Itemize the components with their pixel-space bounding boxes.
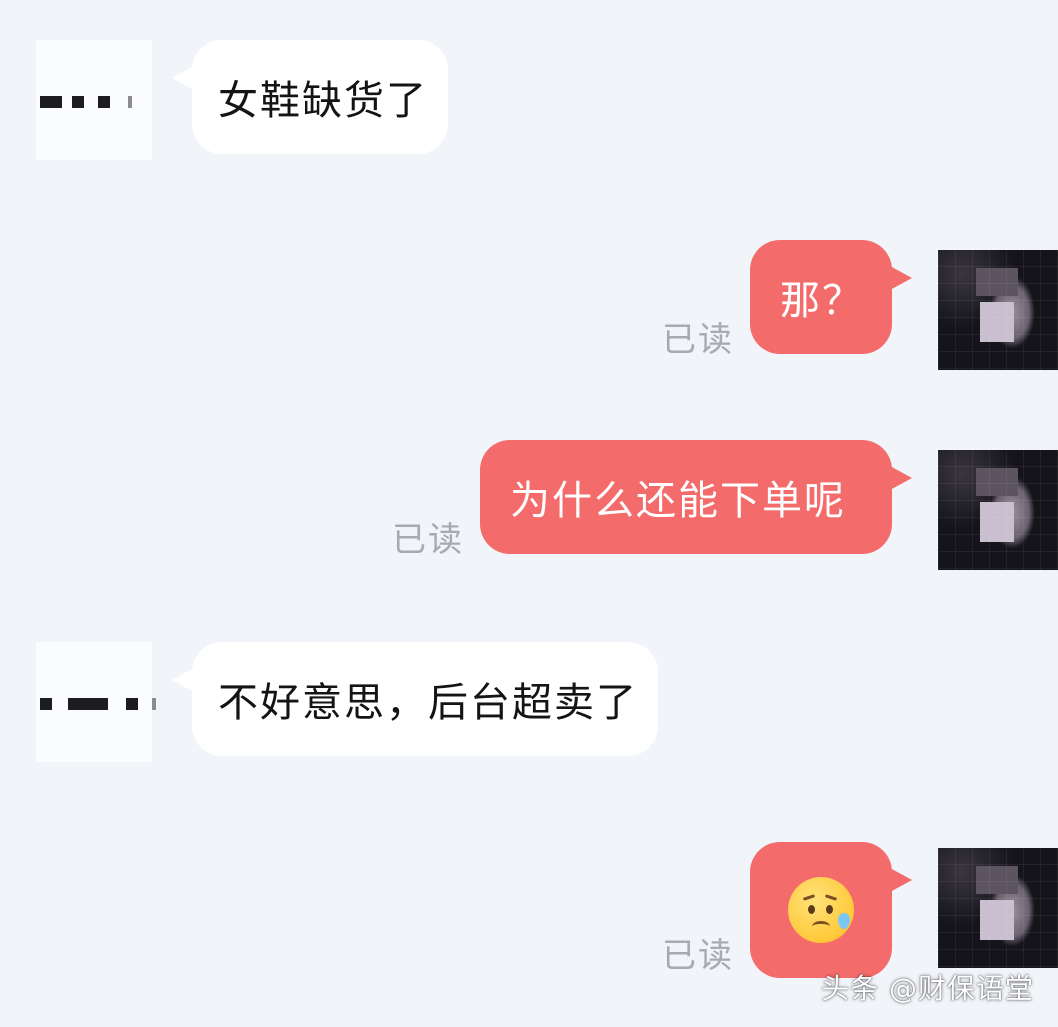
message-bubble-outgoing[interactable]: 为什么还能下单呢 [480, 440, 912, 554]
message-bubble-outgoing[interactable] [750, 842, 912, 978]
chat-conversation: 女鞋缺货了 已读 那？ 已读 为什么还能下单呢 不好意思，后台超卖了 已读 头条… [0, 0, 1058, 1027]
pixelated-shop-name [40, 96, 132, 108]
message-text: 那？ [780, 278, 864, 324]
pixelated-shop-name [40, 698, 156, 710]
shop-avatar[interactable] [36, 40, 152, 160]
shop-avatar[interactable] [36, 642, 156, 762]
read-status: 已读 [392, 520, 464, 560]
user-avatar[interactable] [938, 250, 1058, 370]
message-text: 不好意思，后台超卖了 [218, 680, 638, 726]
message-bubble-outgoing[interactable]: 那？ [750, 240, 912, 354]
user-avatar[interactable] [938, 848, 1058, 968]
read-status: 已读 [662, 320, 734, 360]
message-bubble-incoming[interactable]: 女鞋缺货了 [172, 40, 448, 154]
watermark: 头条 @财保语堂 [821, 972, 1034, 1005]
message-bubble-incoming[interactable]: 不好意思，后台超卖了 [172, 642, 658, 756]
read-status: 已读 [662, 936, 734, 976]
sad-but-relieved-face-emoji [788, 877, 854, 943]
message-text: 女鞋缺货了 [218, 78, 428, 124]
user-avatar[interactable] [938, 450, 1058, 570]
message-text: 为什么还能下单呢 [510, 478, 846, 524]
